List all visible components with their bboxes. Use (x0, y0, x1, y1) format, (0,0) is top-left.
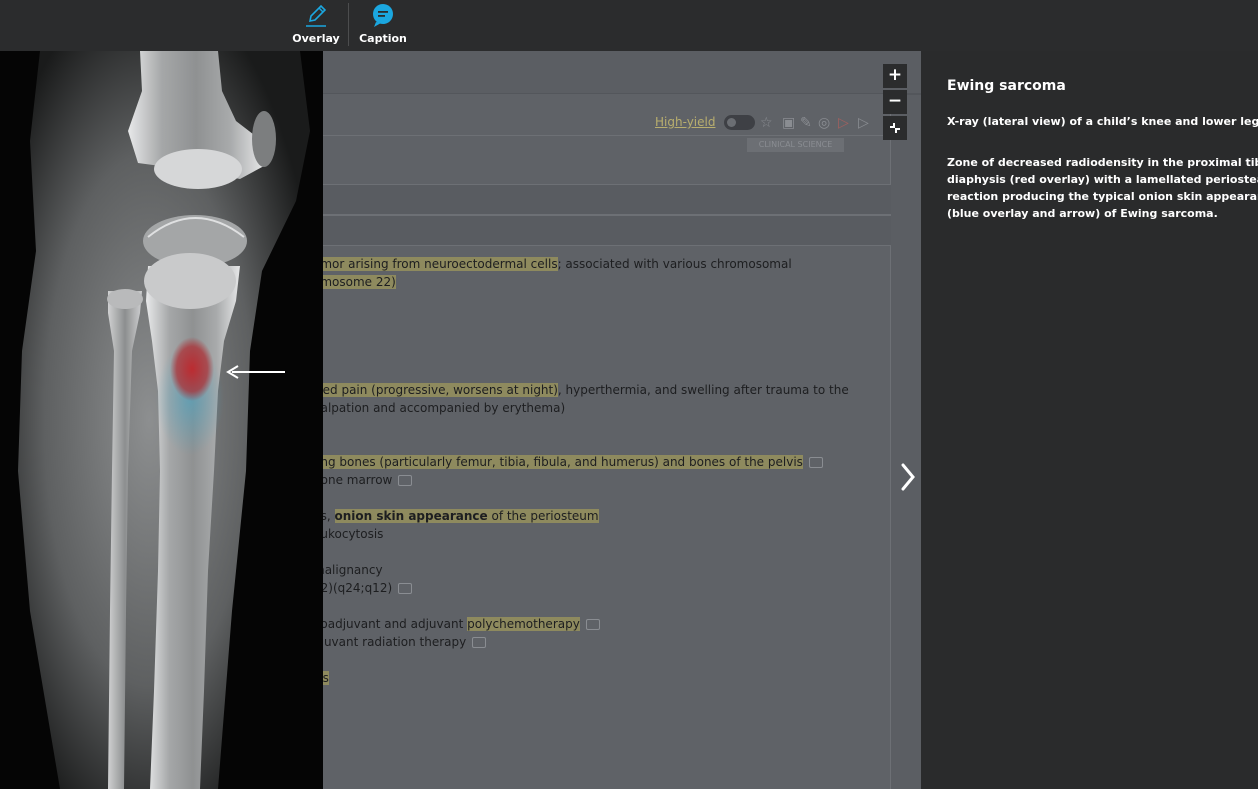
article-text-span: palpation and accompanied by erythema) (313, 401, 566, 415)
top-toolbar: Overlay Caption (0, 0, 1258, 51)
highlighted-text: polychemotherapy (467, 617, 580, 631)
caption-title: Ewing sarcoma (947, 78, 1066, 94)
highlighted-text: onion skin appearance (334, 509, 488, 523)
highlighter-icon[interactable]: ✎ (800, 115, 812, 131)
article-text-span: malignancy (313, 563, 383, 577)
high-yield-toggle[interactable] (724, 115, 755, 130)
article-line: bone marrow (313, 471, 413, 489)
overlay-label: Overlay (292, 32, 340, 45)
article-text-span: eukocytosis (313, 527, 384, 541)
comment-icon[interactable] (398, 583, 413, 594)
article-text-span: djuvant radiation therapy (313, 635, 467, 649)
caption-bubble-icon (373, 4, 393, 27)
article-line: malignancy (313, 561, 383, 579)
highlighted-text: ized pain (progressive, worsens at night… (313, 383, 558, 397)
fit-to-screen-button[interactable] (883, 116, 907, 140)
globe-icon[interactable]: ◎ (818, 115, 830, 131)
comment-icon[interactable] (585, 619, 600, 630)
article-line: ns, onion skin appearance of the periost… (313, 507, 599, 525)
article-line: ized pain (progressive, worsens at night… (313, 381, 849, 399)
highlighted-text: omosome 22) (313, 275, 396, 289)
highlighted-text: amor arising from neuroectodermal cells (313, 257, 558, 271)
article-text-span: bone marrow (313, 473, 393, 487)
clipboard-icon[interactable]: ▣ (782, 115, 795, 131)
xray-knee-lower-leg (0, 51, 323, 789)
next-image-button[interactable] (895, 459, 921, 495)
toolbar-divider (348, 3, 349, 46)
article-text-span: ; associated with various chromosomal (557, 257, 792, 271)
overlay-button[interactable]: Overlay (286, 2, 346, 48)
caption-text: diaphysis (red overlay) with a lamellate… (947, 173, 1258, 186)
play-red-icon[interactable]: ▷ (838, 115, 849, 131)
article-line: djuvant radiation therapy (313, 633, 487, 651)
caption-text: X-ray (lateral view) of a child’s knee a… (947, 115, 1258, 128)
caption-text: (blue overlay and arrow) of Ewing sarcom… (947, 207, 1218, 220)
zoom-in-button[interactable]: + (883, 64, 907, 88)
zoom-out-button[interactable]: − (883, 90, 907, 114)
clinical-science-tag: CLINICAL SCIENCE (747, 138, 844, 152)
article-line: ong bones (particularly femur, tibia, fi… (313, 453, 823, 471)
star-icon[interactable]: ☆ (760, 115, 773, 131)
article-line: eukocytosis (313, 525, 383, 543)
caption-panel: Ewing sarcoma X-ray (lateral view) of a … (921, 51, 1258, 789)
highlighted-text: ong bones (particularly femur, tibia, fi… (313, 455, 803, 469)
article-line: amor arising from neuroectodermal cells;… (313, 255, 792, 273)
article-text-span: 22)(q24;q12) (313, 581, 393, 595)
comment-icon[interactable] (398, 475, 413, 486)
caption-text: Zone of decreased radiodensity in the pr… (947, 156, 1258, 169)
article-text-span: , hyperthermia, and swelling after traum… (557, 383, 849, 397)
article-text-span: eoadjuvant and adjuvant (313, 617, 468, 631)
caption-button[interactable]: Caption (353, 2, 413, 48)
chevron-right-icon (901, 463, 915, 491)
comment-icon[interactable] (808, 457, 823, 468)
caption-text: reaction producing the typical onion ski… (947, 190, 1258, 203)
article-line: omosome 22) (313, 273, 396, 291)
image-viewer: High-yield ☆ ▣ ✎ ◎ ▷ ▷ CLINICAL SCIENCE … (0, 51, 921, 789)
caption-label: Caption (359, 32, 407, 45)
article-line: palpation and accompanied by erythema) (313, 399, 565, 417)
article-line: eoadjuvant and adjuvant polychemotherapy (313, 615, 600, 633)
collapse-icon (890, 123, 900, 133)
comment-icon[interactable] (472, 637, 487, 648)
high-yield-link[interactable]: High-yield (655, 115, 715, 129)
play-icon[interactable]: ▷ (858, 115, 869, 131)
xray-image (0, 51, 323, 789)
article-line: 22)(q24;q12) (313, 579, 413, 597)
highlighted-text: of the periosteum (487, 509, 599, 523)
pencil-icon (306, 4, 327, 27)
